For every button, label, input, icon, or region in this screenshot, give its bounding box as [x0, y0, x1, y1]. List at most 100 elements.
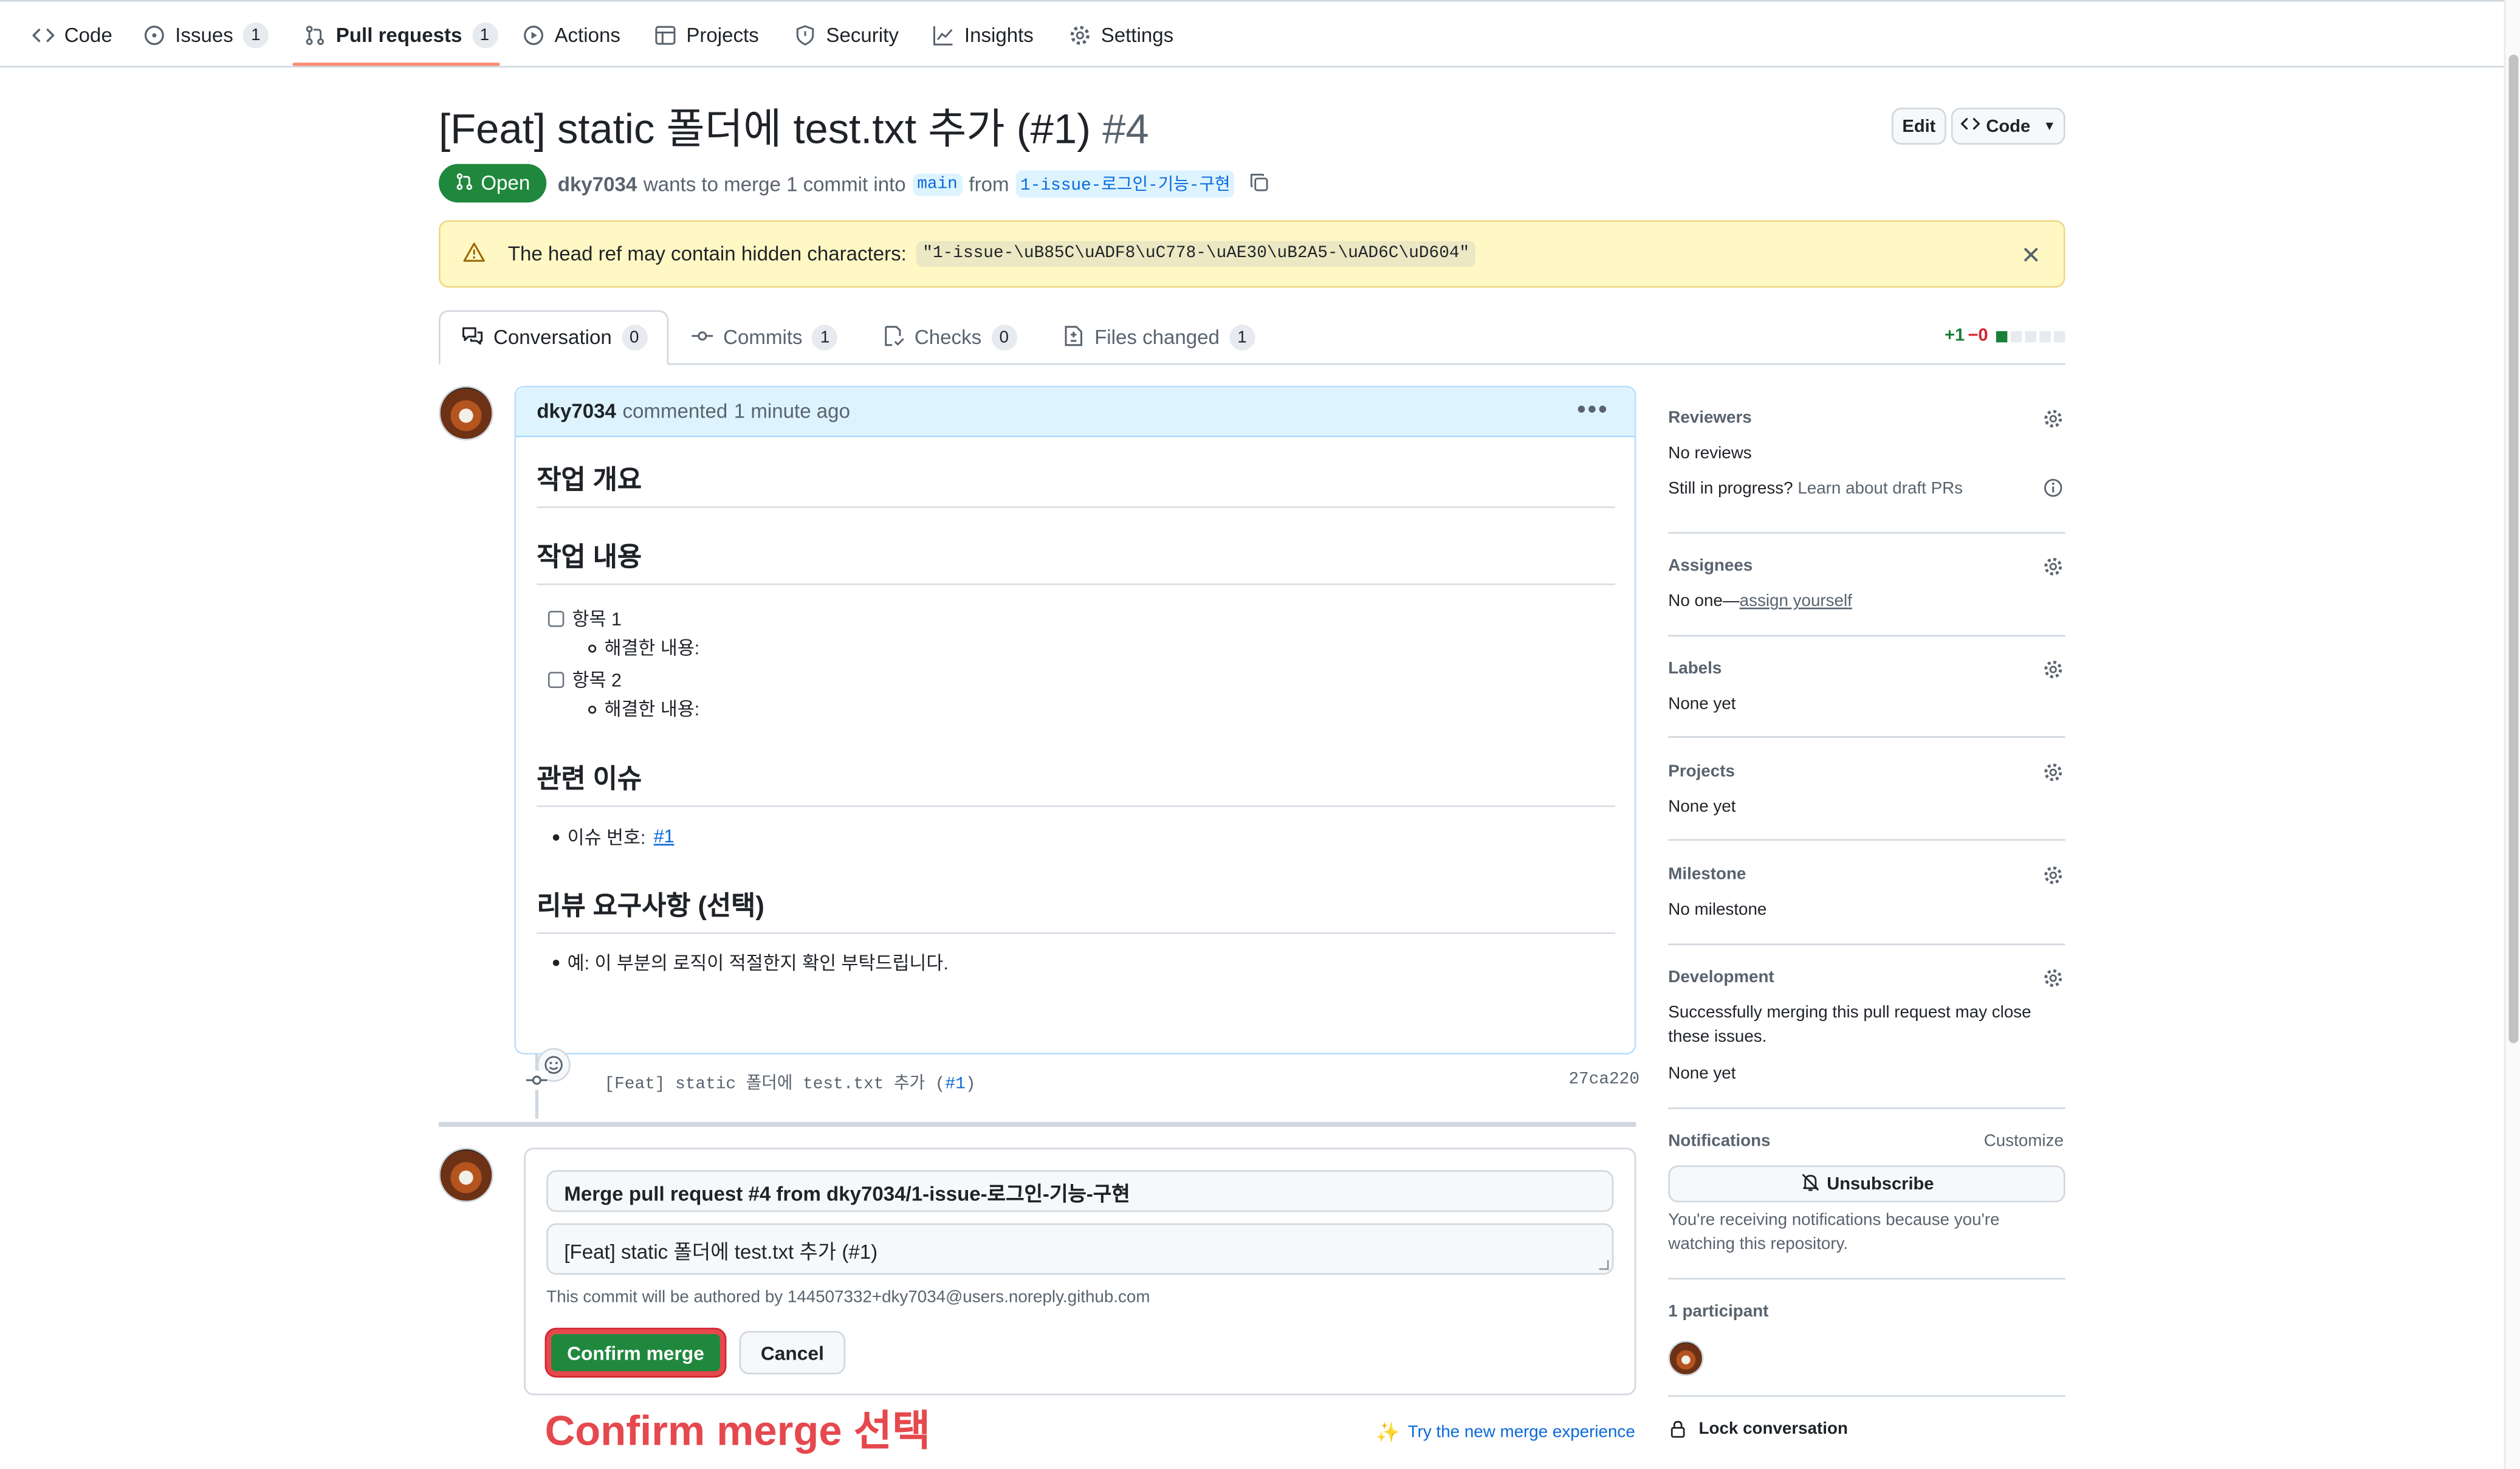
comment-action: commented	[622, 400, 728, 423]
git-commit-icon	[525, 1070, 548, 1090]
commit-message[interactable]: [Feat] static 폴더에 test.txt 추가 (#1)	[604, 1070, 975, 1095]
projects-title[interactable]: Projects	[1668, 762, 1735, 782]
tab-code[interactable]: Code	[32, 2, 112, 67]
pr-number: #4	[1102, 104, 1149, 153]
customize-link[interactable]: Customize	[1984, 1132, 2064, 1151]
code-button-label: Code	[1986, 116, 2031, 136]
merge-commit-title-input[interactable]: Merge pull request #4 from dky7034/1-iss…	[546, 1170, 1614, 1213]
assignees-value: No one—assign yourself	[1668, 591, 1852, 611]
development-line1: Successfully merging this pull request m…	[1668, 1003, 2031, 1023]
diffstat-block	[1996, 330, 2008, 342]
cancel-button[interactable]: Cancel	[739, 1330, 846, 1375]
tab-projects[interactable]: Projects	[654, 2, 759, 67]
gear-icon[interactable]	[2043, 408, 2064, 429]
close-icon[interactable]: ✕	[2021, 241, 2041, 270]
heading-related-issue: 관련 이슈	[537, 757, 1616, 807]
comment-author[interactable]: dky7034	[537, 401, 616, 423]
task-checkbox[interactable]	[548, 672, 565, 688]
warning-text: The head ref may contain hidden characte…	[507, 243, 907, 266]
sidebar-reviewers: Reviewers No reviews Still in progress? …	[1668, 408, 2065, 505]
kebab-horizontal-icon[interactable]: •••	[1577, 397, 1608, 426]
tab-issues-label: Issues	[175, 23, 233, 46]
copy-icon[interactable]	[1249, 171, 1270, 197]
gear-icon[interactable]	[2043, 556, 2064, 577]
tab-insights-label: Insights	[964, 23, 1034, 46]
bullet-icon	[552, 834, 560, 841]
participant-avatar[interactable]	[1668, 1340, 1704, 1376]
tab-conversation[interactable]: Conversation 0	[439, 310, 669, 365]
circle-bullet-icon	[588, 704, 597, 713]
tab-actions[interactable]: Actions	[523, 2, 620, 67]
comment-time[interactable]: 1 minute ago	[734, 401, 850, 423]
from-text: from	[969, 173, 1009, 196]
avatar[interactable]	[439, 385, 493, 441]
tab-issues[interactable]: Issues 1	[143, 2, 269, 67]
labels-value: None yet	[1668, 694, 1736, 714]
merge-commit-body-textarea[interactable]: [Feat] static 폴더에 test.txt 추가 (#1)	[546, 1223, 1614, 1275]
tab-files-changed-label: Files changed	[1094, 326, 1220, 349]
resize-handle-icon[interactable]	[1599, 1260, 1609, 1270]
pr-title-text: [Feat] static 폴더에 test.txt 추가 (#1)	[439, 104, 1091, 153]
notifications-line1: You're receiving notifications because y…	[1668, 1210, 2000, 1230]
commit-message-text: [Feat] static 폴더에 test.txt 추가 (	[604, 1075, 946, 1095]
diffstat-additions: +1	[1944, 326, 1965, 346]
active-tab-underline	[292, 63, 500, 66]
sidebar-labels: Labels None yet	[1668, 659, 2065, 723]
diffstat-block	[2025, 330, 2036, 342]
tab-projects-label: Projects	[686, 23, 759, 46]
task-checkbox[interactable]	[548, 611, 565, 627]
gear-icon[interactable]	[2043, 968, 2064, 988]
review-text: 예: 이 부분의 로직이 적절한지 확인 부탁드립니다.	[567, 955, 949, 974]
info-icon[interactable]	[2043, 478, 2064, 498]
assignees-title[interactable]: Assignees	[1668, 556, 1753, 576]
milestone-value: No milestone	[1668, 900, 1767, 920]
sidebar-milestone: Milestone No milestone	[1668, 865, 2065, 929]
diffstat-block	[2010, 330, 2022, 342]
tab-security[interactable]: Security	[794, 2, 899, 67]
tab-commits[interactable]: Commits 1	[691, 310, 838, 365]
commit-sha[interactable]: 27ca220	[1568, 1070, 1639, 1090]
try-new-merge-link[interactable]: ✨ Try the new merge experience	[1376, 1421, 1635, 1443]
lock-conversation-link[interactable]: Lock conversation	[1668, 1419, 2065, 1445]
tab-pull-requests[interactable]: Pull requests 1	[304, 2, 498, 67]
tab-files-changed[interactable]: Files changed 1	[1062, 310, 1255, 365]
gear-icon[interactable]	[2043, 865, 2064, 886]
confirm-merge-button[interactable]: Confirm merge	[546, 1329, 725, 1376]
tab-insights[interactable]: Insights	[932, 2, 1034, 67]
sidebar-divider	[1668, 635, 2065, 637]
page-root: Code Issues 1 Pull requests 1 Actions Pr…	[0, 0, 2520, 1469]
milestone-title[interactable]: Milestone	[1668, 865, 1746, 884]
pr-tabs: Conversation 0 Commits 1 Checks 0 Files …	[439, 310, 2065, 365]
development-line2: these issues.	[1668, 1027, 1767, 1047]
timeline-divider	[439, 1122, 1636, 1127]
tab-checks[interactable]: Checks 0	[882, 310, 1017, 365]
try-new-merge-label: Try the new merge experience	[1407, 1422, 1635, 1442]
sub-item-label: 해결한 내용:	[604, 701, 700, 720]
commits-counter: 1	[812, 325, 838, 351]
commit-issue-ref[interactable]: #1	[946, 1075, 966, 1095]
tab-security-label: Security	[826, 23, 899, 46]
labels-title[interactable]: Labels	[1668, 659, 1722, 678]
tab-settings[interactable]: Settings	[1069, 2, 1173, 67]
draft-link[interactable]: Learn about draft PRs	[1797, 479, 1963, 498]
vertical-scrollbar[interactable]	[2504, 0, 2520, 1469]
gear-icon[interactable]	[2043, 762, 2064, 783]
scrollbar-thumb[interactable]	[2508, 54, 2519, 1044]
tab-pull-requests-label: Pull requests	[335, 23, 462, 46]
code-dropdown-button[interactable]: Code ▼	[1951, 108, 2065, 145]
edit-title-button[interactable]: Edit	[1891, 108, 1946, 145]
unsubscribe-button[interactable]: Unsubscribe	[1668, 1165, 2065, 1203]
issue-link[interactable]: #1	[654, 828, 675, 847]
circle-bullet-icon	[588, 644, 597, 652]
gear-icon[interactable]	[2043, 659, 2064, 679]
pr-author-link[interactable]: dky7034	[558, 173, 637, 195]
base-branch[interactable]: main	[912, 173, 963, 196]
reviewers-title[interactable]: Reviewers	[1668, 408, 1751, 428]
assign-yourself-link[interactable]: assign yourself	[1740, 591, 1852, 611]
avatar[interactable]	[439, 1147, 493, 1203]
development-title[interactable]: Development	[1668, 968, 1774, 987]
file-diff-icon	[1062, 324, 1085, 351]
head-branch[interactable]: 1-issue-로그인-기능-구현	[1015, 170, 1235, 198]
warning-code: "1-issue-\uB85C\uADF8\uC778-\uAE30\uB2A5…	[916, 241, 1476, 267]
diffstat-block	[2054, 330, 2065, 342]
